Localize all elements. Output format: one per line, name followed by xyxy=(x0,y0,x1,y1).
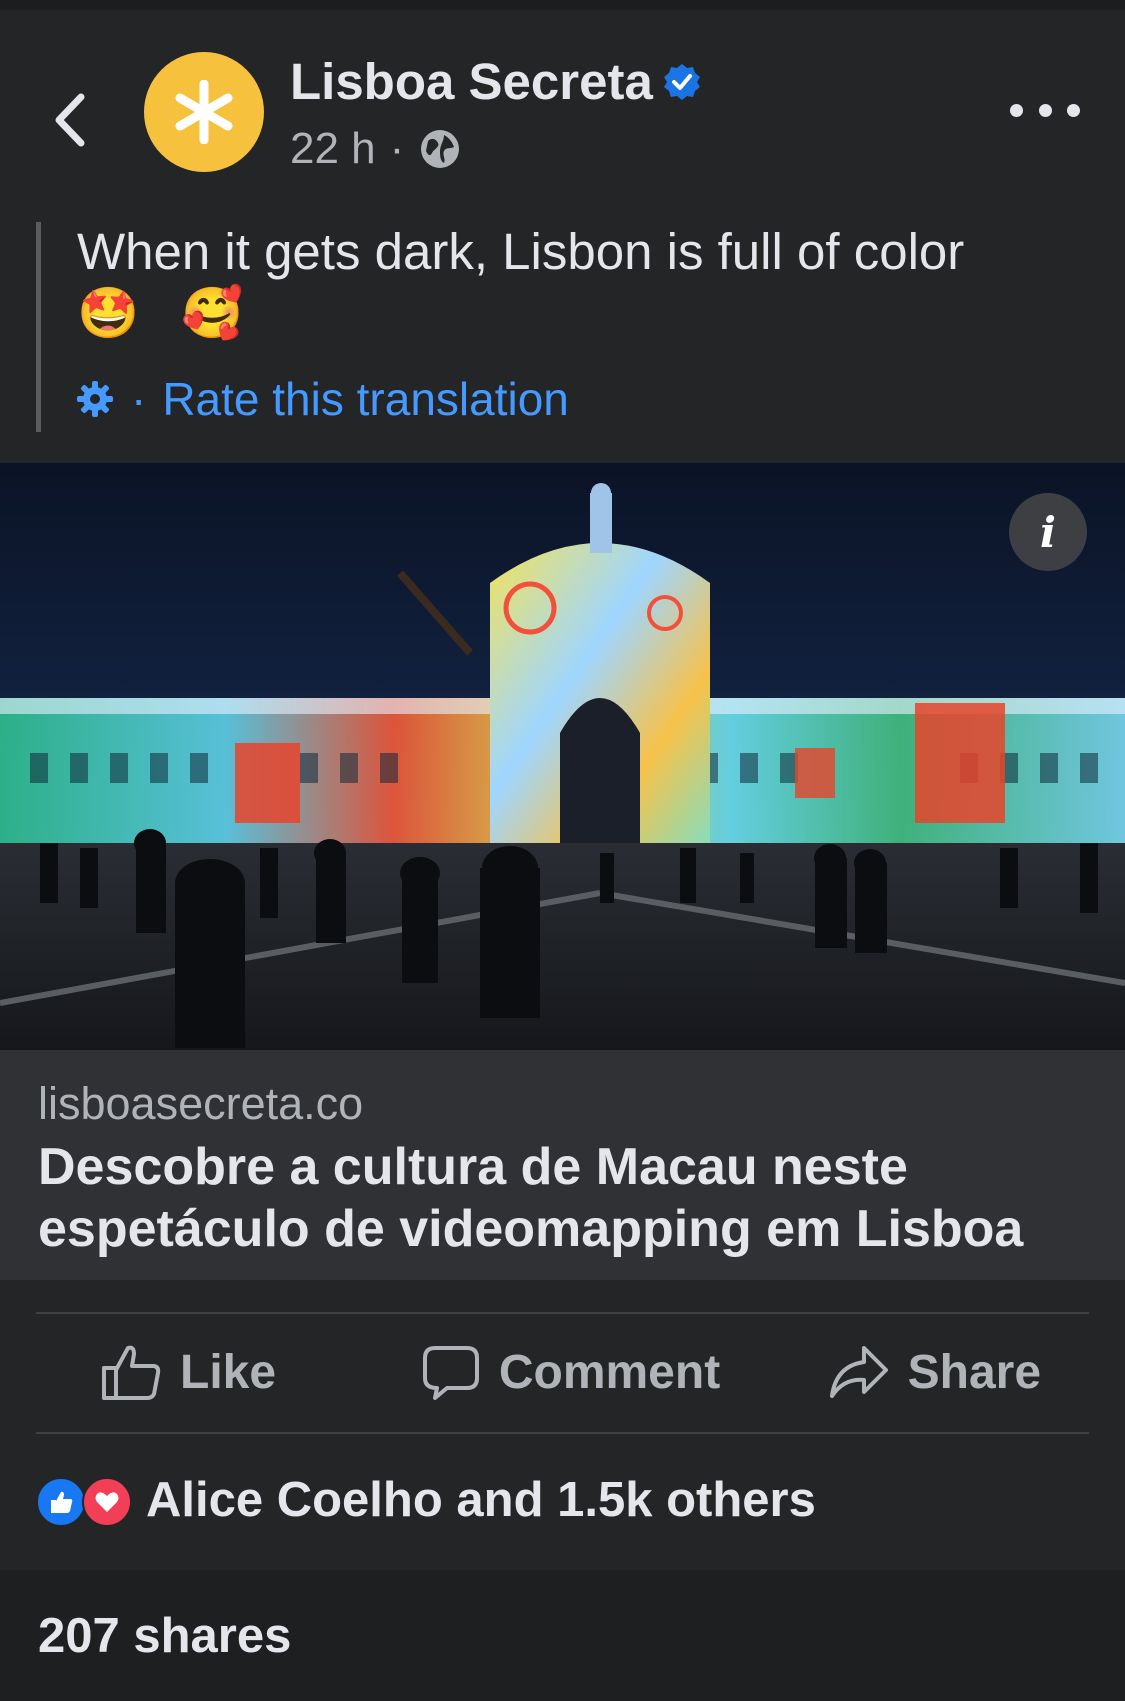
reactions-summary[interactable]: Alice Coelho and 1.5k others xyxy=(36,1470,816,1530)
love-reaction-icon xyxy=(82,1477,132,1527)
status-strip xyxy=(0,0,1125,10)
post-header: Lisboa Secreta 22 h · xyxy=(0,40,1125,190)
back-button[interactable] xyxy=(45,80,95,160)
share-arrow-icon xyxy=(829,1346,888,1398)
like-label: Like xyxy=(180,1345,277,1399)
post-photo[interactable]: i xyxy=(0,463,1125,1050)
page-name-label: Lisboa Secreta xyxy=(290,53,653,110)
translation-row: · Rate this translation xyxy=(75,372,569,426)
share-label: Share xyxy=(907,1345,1042,1399)
info-icon: i xyxy=(1040,507,1056,557)
more-dot xyxy=(1038,103,1052,117)
more-options-button[interactable] xyxy=(1010,90,1080,130)
comment-button[interactable]: Comment xyxy=(414,1342,728,1402)
divider-bottom xyxy=(36,1432,1089,1434)
shares-count[interactable]: 207 shares xyxy=(38,1608,291,1664)
share-button[interactable]: Share xyxy=(727,1344,1089,1400)
asterisk-logo-icon xyxy=(175,80,233,144)
translation-separator: · xyxy=(131,373,147,425)
action-bar: Like Comment Share xyxy=(36,1312,1089,1432)
more-dot xyxy=(1067,103,1080,117)
post-emojis: 🤩 🥰 xyxy=(77,284,243,343)
post-text-block: When it gets dark, Lisbon is full of col… xyxy=(36,222,1081,432)
reaction-icons xyxy=(36,1475,136,1527)
more-dots-icon xyxy=(1010,103,1023,117)
heart-icon xyxy=(95,1492,119,1512)
verified-badge-icon xyxy=(663,63,700,100)
meta-separator: · xyxy=(389,124,405,173)
rate-translation-link[interactable]: Rate this translation xyxy=(162,372,569,426)
link-domain: lisboasecreta.co xyxy=(38,1078,364,1129)
page-avatar[interactable] xyxy=(144,52,264,172)
chevron-left-icon xyxy=(55,93,85,147)
page-name[interactable]: Lisboa Secreta xyxy=(290,52,701,111)
like-button[interactable]: Like xyxy=(36,1342,414,1402)
smiling-hearts-emoji: 🥰 xyxy=(181,285,244,341)
reactions-text: Alice Coelho and 1.5k others xyxy=(146,1473,816,1527)
post-meta: 22 h · xyxy=(290,124,462,174)
link-title: Descobre a cultura de Macau neste espetá… xyxy=(38,1138,1024,1258)
shares-section: 207 shares xyxy=(0,1570,1125,1701)
thumbs-up-icon xyxy=(102,1345,161,1400)
star-struck-emoji: 🤩 xyxy=(77,285,140,341)
like-reaction-icon xyxy=(36,1477,86,1527)
thumbs-up-icon xyxy=(51,1491,73,1513)
post-text: When it gets dark, Lisbon is full of col… xyxy=(77,223,965,280)
globe-icon xyxy=(421,130,460,168)
comment-label: Comment xyxy=(498,1345,721,1399)
gear-icon xyxy=(77,381,113,417)
comment-bubble-icon xyxy=(422,1346,479,1400)
link-preview-card[interactable]: lisboasecreta.co Descobre a cultura de M… xyxy=(0,1050,1125,1280)
post-time[interactable]: 22 h xyxy=(290,124,376,174)
lisbon-arch-illuminated-photo xyxy=(0,463,1125,1050)
photo-info-button[interactable]: i xyxy=(1009,493,1087,571)
